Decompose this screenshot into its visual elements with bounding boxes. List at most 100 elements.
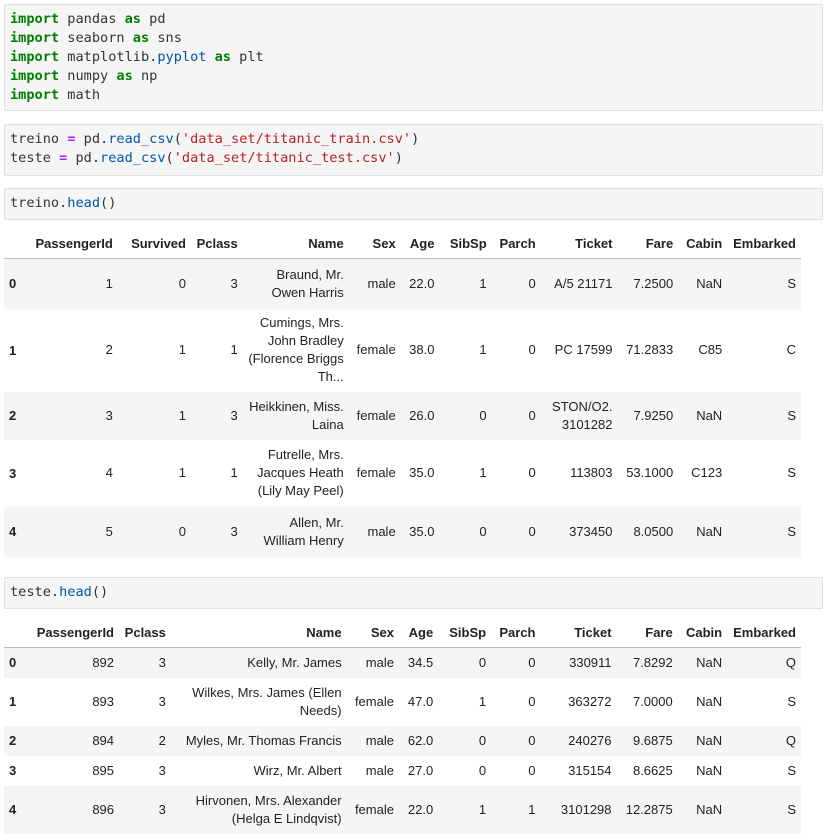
table-row: 2 894 2 Myles, Mr. Thomas Francis male 62.0 0 0… <box>4 725 801 756</box>
table-cell: S <box>787 801 796 817</box>
table-cell: 0 <box>528 523 536 539</box>
table-cell: 7.2500 <box>633 275 674 291</box>
code-line: import pandas as pd <box>10 10 822 29</box>
column-header <box>4 228 27 259</box>
column-header: Parch <box>491 228 541 259</box>
table-cell: 895 <box>92 762 115 778</box>
table-cell: 0 <box>478 654 487 670</box>
table-cell: PC 17599 <box>554 342 613 357</box>
column-header: Ticket <box>540 617 617 648</box>
table-cell: 3 <box>158 654 166 670</box>
column-header: Parch <box>491 617 541 648</box>
table-cell: 0 <box>528 275 536 291</box>
table-cell: Heikkinen, Miss. Laina <box>249 398 344 432</box>
code-token: pd. <box>67 150 101 166</box>
table-cell: Futrelle, Mrs. Jacques Heath (Lily May P… <box>256 447 344 498</box>
table-cell: S <box>787 465 796 480</box>
table-cell: NaN <box>696 523 723 539</box>
table-cell: 34.5 <box>407 654 434 670</box>
code-keyword: as <box>214 49 231 65</box>
code-keyword: import <box>10 87 60 103</box>
code-token: treino <box>10 131 68 147</box>
code-line: treino = pd.read_csv('data_set/titanic_t… <box>10 130 822 149</box>
table-cell: 1 <box>479 275 487 291</box>
code-attribute: head <box>67 195 101 211</box>
code-token: teste <box>10 150 60 166</box>
table-cell: NaN <box>696 275 723 291</box>
table-cell: 0 <box>528 693 536 709</box>
row-index: 1 <box>9 342 17 358</box>
column-header: Ticket <box>540 228 618 259</box>
table-cell: 1 <box>178 465 186 480</box>
column-header: Fare <box>616 617 678 648</box>
table-cell: 1 <box>479 342 487 357</box>
table-cell: 1 <box>479 465 487 480</box>
column-header: Sex <box>346 617 399 648</box>
code-cell-read-csv[interactable]: treino = pd.read_csv('data_set/titanic_t… <box>4 124 823 176</box>
table-cell: Cumings, Mrs. John Bradley (Florence Bri… <box>248 315 344 384</box>
table-cell: S <box>787 523 796 539</box>
code-string: 'data_set/titanic_test.csv' <box>173 150 395 166</box>
table-cell: male <box>367 523 396 539</box>
code-token: teste. <box>10 584 60 600</box>
code-token: ( <box>165 150 174 166</box>
table-row: 4 5 0 3 Allen, Mr. William Henry male 35.0 0 0 37… <box>4 506 801 557</box>
table-cell: NaN <box>696 732 723 748</box>
row-index: 0 <box>9 276 17 292</box>
table-cell: 3 <box>105 407 113 423</box>
table-cell: 1 <box>230 465 238 480</box>
code-cell-imports[interactable]: import pandas as pd import seaborn as sns… <box>4 4 823 111</box>
table-cell: 892 <box>92 654 115 670</box>
code-keyword: import <box>10 30 60 46</box>
table-cell: 315154 <box>568 762 612 778</box>
code-line: teste.head() <box>10 583 822 602</box>
row-index: 4 <box>9 802 17 817</box>
table-cell: 2 <box>105 342 113 357</box>
table-row: 3 4 1 1 Futrelle, Mrs. Jacques Heath (Lily M… <box>4 439 801 507</box>
column-header: PassengerId <box>26 228 118 259</box>
column-header: SibSp <box>438 617 492 648</box>
column-header <box>4 617 27 648</box>
table-cell: 363272 <box>568 693 612 709</box>
table-cell: A/5 21171 <box>554 275 613 291</box>
train-dataframe-output: PassengerId Survived Pclass Name Sex Age SibSp… <box>4 228 801 557</box>
table-cell: Hirvonen, Mrs. Alexander (Helga E Lindqv… <box>195 792 342 826</box>
code-cell-treino-head[interactable]: treino.head() <box>4 188 823 220</box>
table-cell: 22.0 <box>407 801 434 817</box>
column-header: Embarked <box>727 617 801 648</box>
table-cell: Wilkes, Mrs. James (Ellen Needs) <box>192 684 342 718</box>
table-cell: 373450 <box>569 523 613 539</box>
code-keyword: as <box>124 11 141 27</box>
column-header: Name <box>242 228 349 259</box>
row-index: 3 <box>9 465 17 481</box>
column-header: Embarked <box>727 228 801 259</box>
table-cell: 0 <box>479 523 487 539</box>
column-header: Cabin <box>678 228 728 259</box>
code-line: import math <box>10 86 822 105</box>
table-cell: 0 <box>178 523 186 539</box>
table-cell: 0 <box>478 732 487 748</box>
table-cell: NaN <box>696 693 723 709</box>
code-token: ) <box>411 131 420 147</box>
table-cell: Q <box>785 732 796 748</box>
code-token: ( <box>173 131 182 147</box>
table-cell: male <box>365 762 394 778</box>
table-cell: 22.0 <box>409 275 435 291</box>
table-row: 4 896 3 Hirvonen, Mrs. Alexander (Helga E L… <box>4 785 801 834</box>
table-cell: 4 <box>105 465 113 480</box>
table-cell: C123 <box>691 465 723 480</box>
table-cell: 3 <box>230 275 238 291</box>
table-cell: 894 <box>92 732 115 748</box>
code-cell-teste-head[interactable]: teste.head() <box>4 577 823 609</box>
table-cell: 8.6625 <box>632 762 673 778</box>
table-cell: 3 <box>230 523 238 539</box>
table-cell: 1 <box>230 342 238 357</box>
code-token: ) <box>394 150 403 166</box>
table-cell: 5 <box>105 523 113 539</box>
row-index: 2 <box>9 733 17 748</box>
code-line: import matplotlib.pyplot as plt <box>10 48 822 67</box>
code-line: import numpy as np <box>10 67 822 86</box>
code-token: pd. <box>75 131 109 147</box>
code-token: np <box>132 68 158 84</box>
table-cell: male <box>367 275 396 291</box>
